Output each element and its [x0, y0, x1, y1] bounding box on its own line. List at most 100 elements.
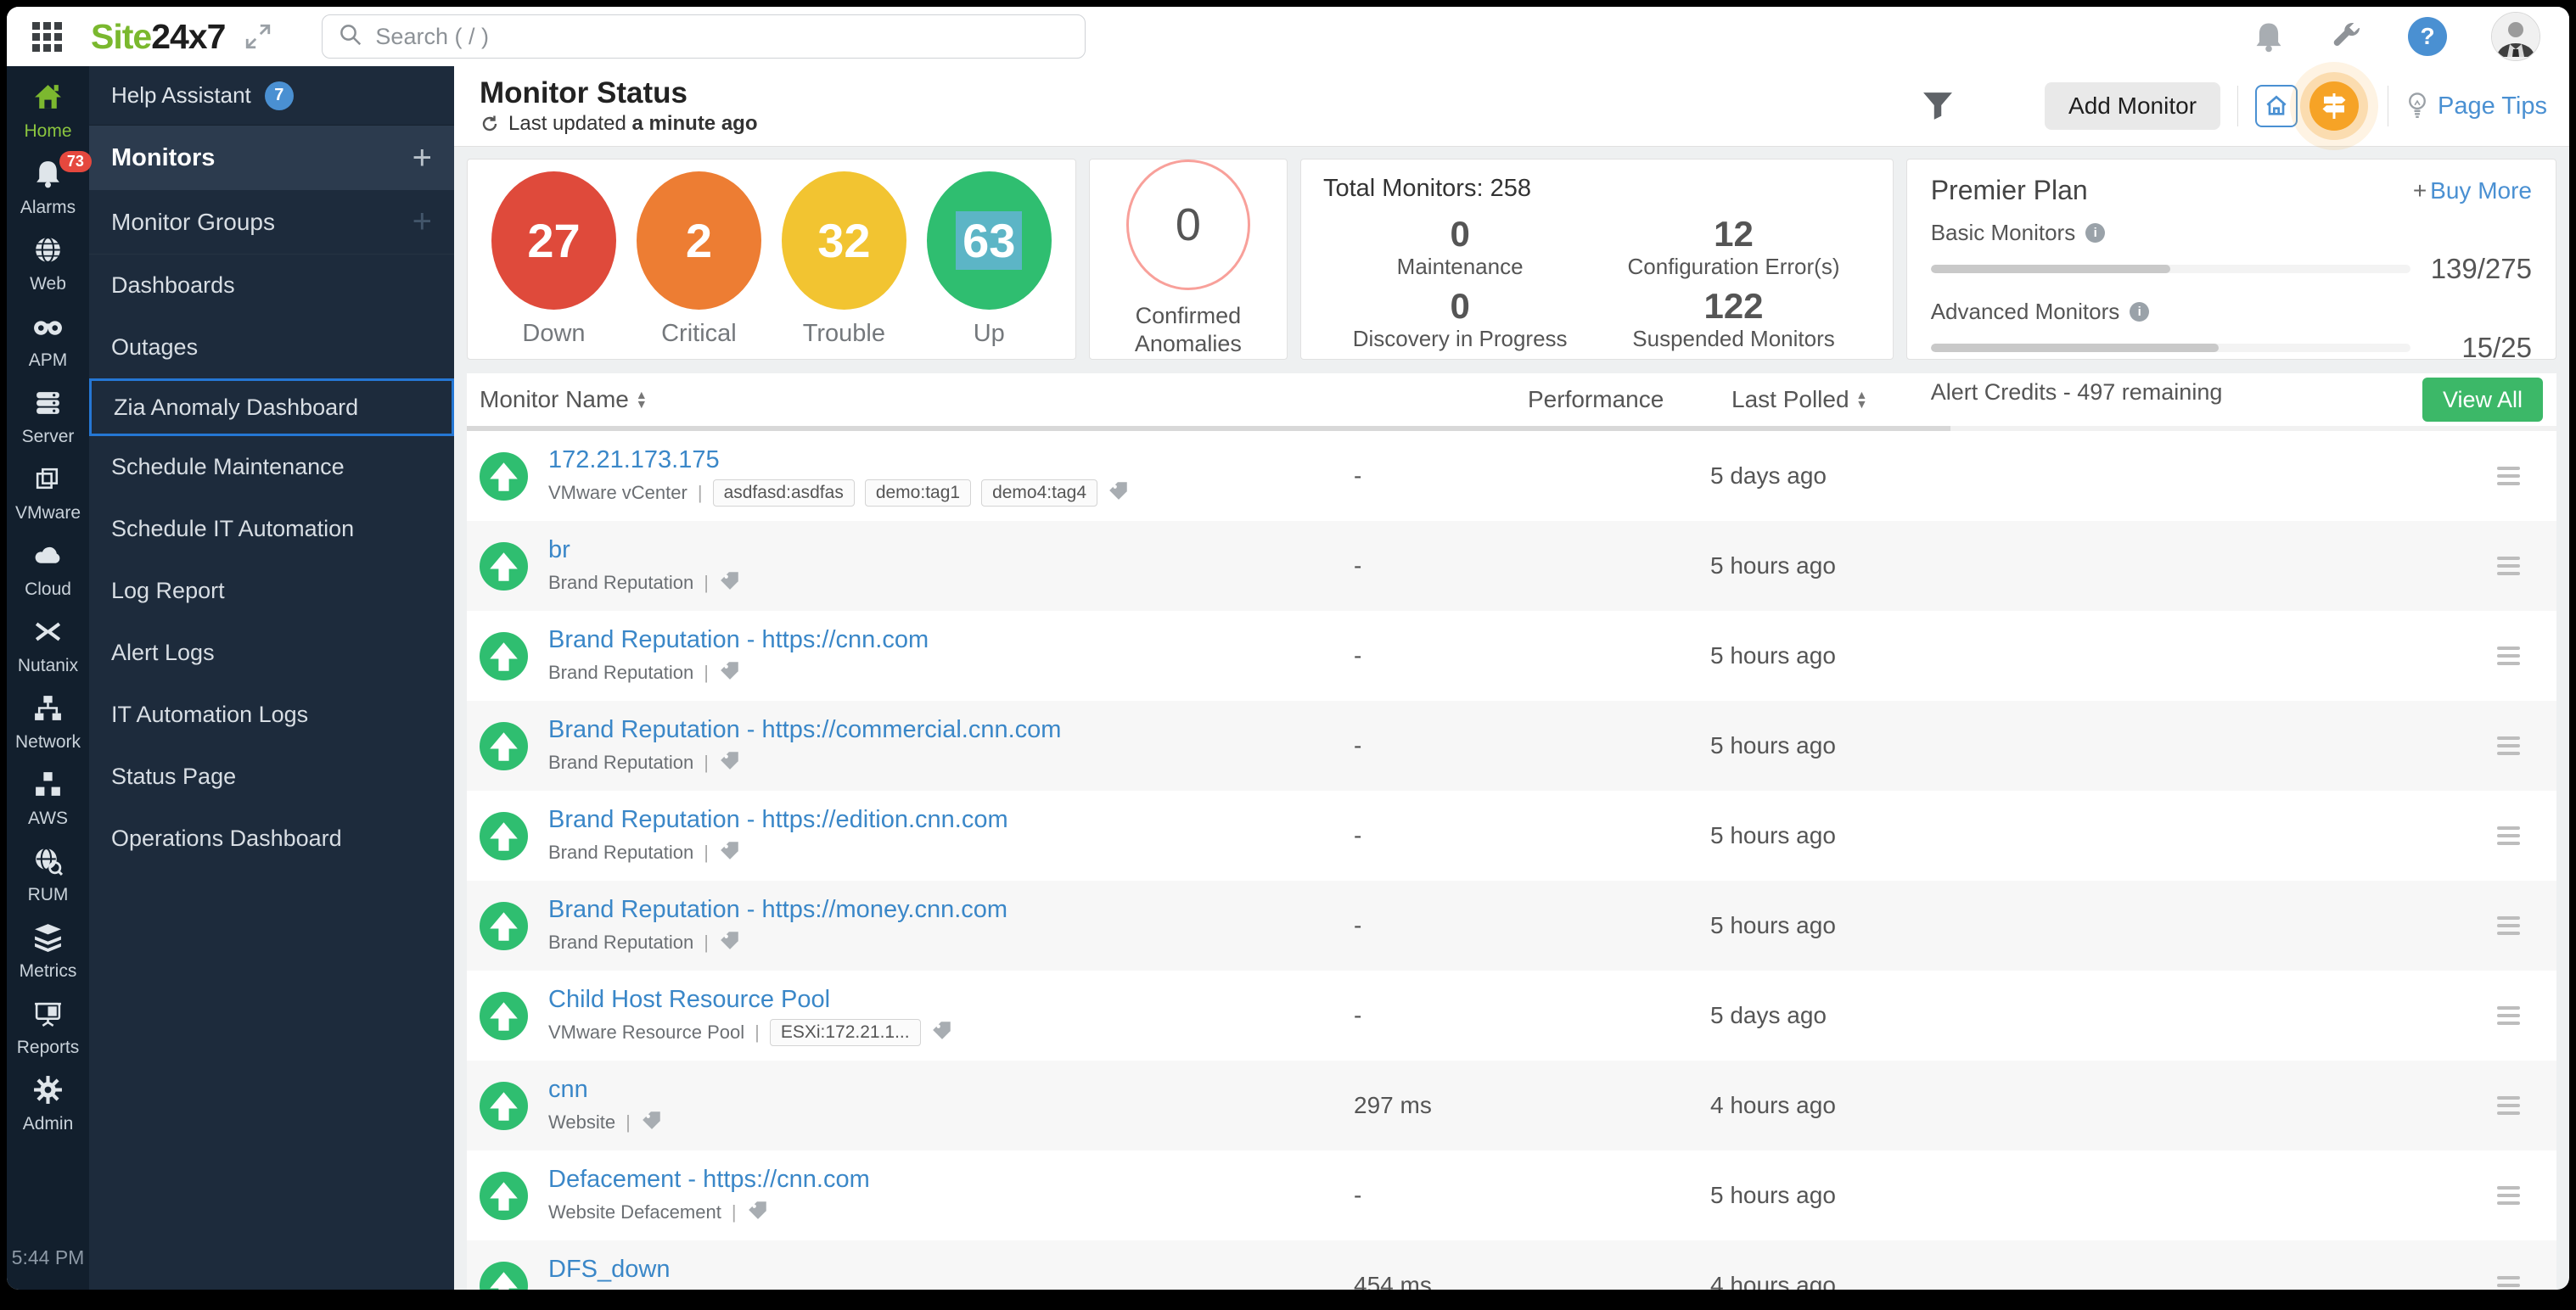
- add-monitor-button[interactable]: Add Monitor: [2045, 82, 2221, 130]
- tag-icon[interactable]: [719, 569, 741, 596]
- tag-icon[interactable]: [719, 749, 741, 776]
- site24x7-logo[interactable]: Site24x7: [91, 17, 226, 57]
- tag-icon[interactable]: [931, 1019, 953, 1046]
- monitor-name-link[interactable]: 172.21.173.175: [548, 446, 1130, 474]
- rail-item-home[interactable]: Home: [24, 81, 72, 142]
- rail-item-metrics[interactable]: Metrics: [20, 921, 76, 982]
- row-actions-menu-icon[interactable]: [2497, 1276, 2520, 1290]
- status-up-icon[interactable]: [480, 811, 528, 860]
- status-up-icon[interactable]: [480, 721, 528, 770]
- help-icon[interactable]: ?: [2408, 17, 2447, 56]
- status-filter-critical[interactable]: 2 Critical: [636, 171, 761, 348]
- page-tips-link[interactable]: Page Tips: [2405, 91, 2547, 121]
- rail-item-vmware[interactable]: VMware: [15, 463, 81, 523]
- row-actions-menu-icon[interactable]: [2497, 916, 2520, 935]
- status-up-icon[interactable]: [480, 541, 528, 591]
- row-actions-menu-icon[interactable]: [2497, 1186, 2520, 1205]
- rail-item-apm[interactable]: APM: [29, 311, 67, 371]
- guided-tour-signpost-icon[interactable]: [2309, 81, 2360, 131]
- monitor-name-link[interactable]: Brand Reputation - https://edition.cnn.c…: [548, 806, 1008, 834]
- row-actions-menu-icon[interactable]: [2497, 1006, 2520, 1025]
- monitor-name-link[interactable]: Brand Reputation - https://commercial.cn…: [548, 716, 1061, 744]
- refresh-icon[interactable]: [480, 114, 500, 134]
- status-up-icon[interactable]: [480, 1171, 528, 1220]
- status-filter-down[interactable]: 27 Down: [491, 171, 616, 348]
- total-stat-suspended-monitors[interactable]: 122 Suspended Monitors: [1597, 280, 1870, 352]
- tag-icon[interactable]: [629, 1289, 651, 1290]
- row-actions-menu-icon[interactable]: [2497, 557, 2520, 575]
- sidebar-item-monitors[interactable]: Monitors +: [89, 126, 454, 190]
- home-view-icon[interactable]: [2255, 85, 2298, 127]
- expand-icon[interactable]: [244, 22, 272, 51]
- total-stat-maintenance[interactable]: 0 Maintenance: [1323, 208, 1597, 280]
- info-icon[interactable]: i: [2130, 302, 2150, 322]
- row-actions-menu-icon[interactable]: [2497, 467, 2520, 485]
- sidebar-item-operations-dashboard[interactable]: Operations Dashboard: [89, 808, 454, 870]
- notifications-bell-icon[interactable]: [2252, 20, 2286, 53]
- rail-item-reports[interactable]: Reports: [17, 998, 79, 1058]
- tag-icon[interactable]: [1108, 479, 1130, 507]
- filter-icon[interactable]: [1922, 92, 1953, 120]
- row-actions-menu-icon[interactable]: [2497, 1096, 2520, 1115]
- monitor-name-link[interactable]: Defacement - https://cnn.com: [548, 1166, 870, 1194]
- monitor-name-link[interactable]: Brand Reputation - https://cnn.com: [548, 626, 929, 654]
- sidebar-help-assistant[interactable]: Help Assistant 7: [89, 66, 454, 126]
- row-actions-menu-icon[interactable]: [2497, 736, 2520, 755]
- status-filter-trouble[interactable]: 32 Trouble: [781, 171, 906, 348]
- tag-chip[interactable]: ESXi:172.21.1...: [769, 1018, 921, 1046]
- buy-more-link[interactable]: + Buy More: [2413, 177, 2532, 204]
- sidebar-item-zia-anomaly-dashboard[interactable]: Zia Anomaly Dashboard: [89, 378, 454, 436]
- tag-chip[interactable]: demo4:tag4: [981, 479, 1097, 507]
- tag-icon[interactable]: [719, 929, 741, 956]
- status-up-icon[interactable]: [480, 991, 528, 1040]
- tag-chip[interactable]: demo:tag1: [864, 479, 972, 507]
- sidebar-item-alert-logs[interactable]: Alert Logs: [89, 622, 454, 684]
- sidebar-item-dashboards[interactable]: Dashboards: [89, 255, 454, 316]
- sidebar-item-log-report[interactable]: Log Report: [89, 560, 454, 622]
- monitor-name-link[interactable]: cnn: [548, 1076, 663, 1104]
- rail-item-admin[interactable]: Admin: [23, 1074, 73, 1134]
- rail-item-alarms[interactable]: 73 Alarms: [20, 151, 92, 218]
- tag-icon[interactable]: [641, 1109, 663, 1136]
- app-grid-icon[interactable]: [32, 21, 62, 52]
- rail-item-web[interactable]: Web: [30, 234, 66, 294]
- info-icon[interactable]: i: [2085, 223, 2106, 243]
- status-up-icon[interactable]: [480, 451, 528, 501]
- status-up-icon[interactable]: [480, 631, 528, 680]
- confirmed-anomalies-card[interactable]: 0 Confirmed Anomalies: [1088, 159, 1288, 360]
- sidebar-item-schedule-it-automation[interactable]: Schedule IT Automation: [89, 498, 454, 560]
- monitor-name-link[interactable]: DFS_down: [548, 1256, 670, 1284]
- sidebar-item-monitor-groups[interactable]: Monitor Groups +: [89, 190, 454, 255]
- sidebar-item-schedule-maintenance[interactable]: Schedule Maintenance: [89, 436, 454, 498]
- add-monitor-plus-icon[interactable]: +: [412, 139, 432, 177]
- sidebar-item-status-page[interactable]: Status Page: [89, 746, 454, 808]
- row-actions-menu-icon[interactable]: [2497, 647, 2520, 665]
- rail-item-aws[interactable]: AWS: [28, 769, 68, 829]
- add-group-plus-icon[interactable]: +: [412, 203, 432, 241]
- status-filter-up[interactable]: 63 Up: [926, 171, 1052, 348]
- monitor-name-link[interactable]: Brand Reputation - https://money.cnn.com: [548, 896, 1007, 924]
- tag-chip[interactable]: asdfasd:asdfas: [712, 479, 855, 507]
- column-header-monitor-name[interactable]: Monitor Name ▲ ▼: [480, 386, 1354, 413]
- avatar[interactable]: [2491, 12, 2540, 61]
- sidebar-item-outages[interactable]: Outages: [89, 316, 454, 378]
- status-up-icon[interactable]: [480, 1261, 528, 1290]
- rail-item-server[interactable]: Server: [22, 387, 74, 447]
- rail-item-cloud[interactable]: Cloud: [25, 540, 71, 600]
- rail-item-nutanix[interactable]: Nutanix: [18, 616, 78, 676]
- tools-wrench-icon[interactable]: [2330, 20, 2364, 53]
- status-up-icon[interactable]: [480, 1081, 528, 1130]
- tag-icon[interactable]: [719, 659, 741, 686]
- search-input[interactable]: [375, 23, 1055, 50]
- rail-item-rum[interactable]: RUM: [28, 845, 68, 905]
- total-stat-discovery-in-progress[interactable]: 0 Discovery in Progress: [1323, 280, 1597, 352]
- row-actions-menu-icon[interactable]: [2497, 826, 2520, 845]
- monitor-name-link[interactable]: br: [548, 536, 741, 564]
- total-stat-configuration-error-s-[interactable]: 12 Configuration Error(s): [1597, 208, 1870, 280]
- monitor-name-link[interactable]: Child Host Resource Pool: [548, 986, 953, 1014]
- view-grid-icon[interactable]: [1982, 90, 2014, 122]
- tag-icon[interactable]: [719, 839, 741, 866]
- sidebar-item-it-automation-logs[interactable]: IT Automation Logs: [89, 684, 454, 746]
- status-up-icon[interactable]: [480, 901, 528, 950]
- rail-item-network[interactable]: Network: [15, 692, 81, 753]
